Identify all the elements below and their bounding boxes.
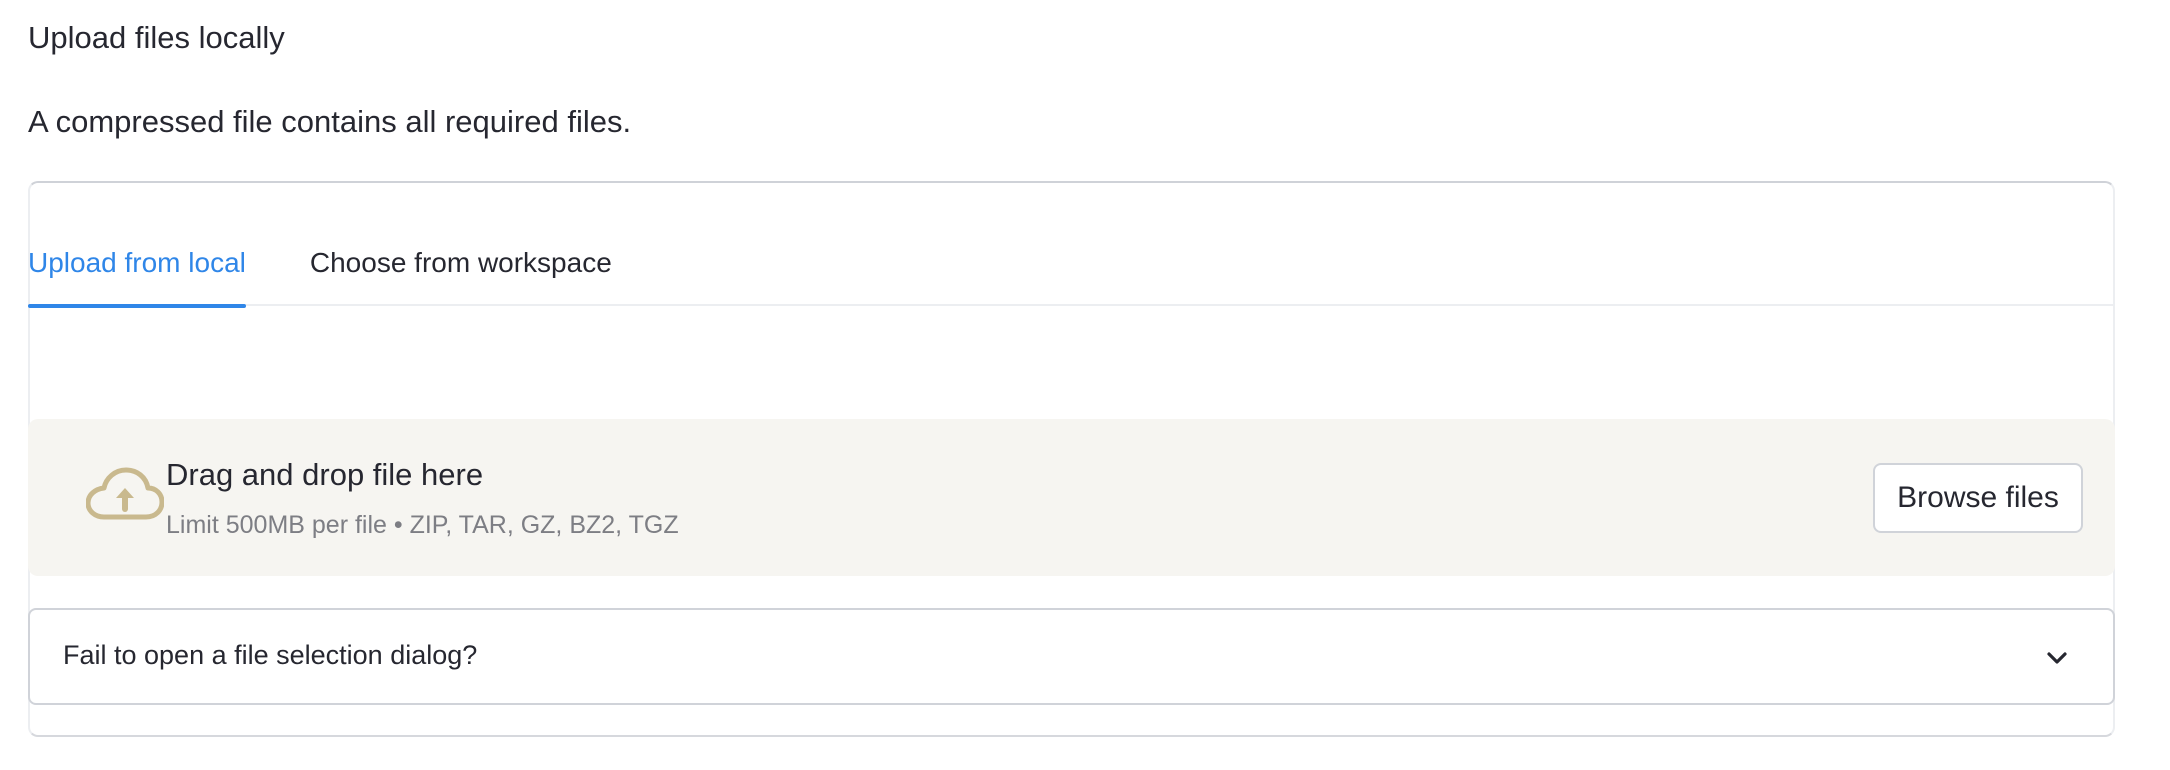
upload-page: Upload files locally A compressed file c… [0, 0, 2170, 770]
expander-label: Fail to open a file selection dialog? [63, 640, 478, 670]
file-dialog-help-expander[interactable]: Fail to open a file selection dialog? [28, 608, 2115, 705]
chevron-down-icon [2047, 652, 2067, 664]
tab-upload-from-local[interactable]: Upload from local [28, 238, 246, 308]
dropzone-limits: Limit 500MB per file • ZIP, TAR, GZ, BZ2… [166, 511, 679, 539]
tab-choose-from-workspace[interactable]: Choose from workspace [310, 238, 612, 306]
browse-files-button[interactable]: Browse files [1873, 463, 2083, 533]
section-title: Upload files locally [28, 20, 285, 55]
file-dropzone[interactable]: Drag and drop file here Limit 500MB per … [28, 419, 2115, 576]
cloud-upload-icon [86, 467, 164, 520]
dropzone-title: Drag and drop file here [166, 457, 484, 492]
upload-tabs: Upload from local Choose from workspace [28, 238, 2115, 308]
section-description: A compressed file contains all required … [28, 104, 632, 139]
